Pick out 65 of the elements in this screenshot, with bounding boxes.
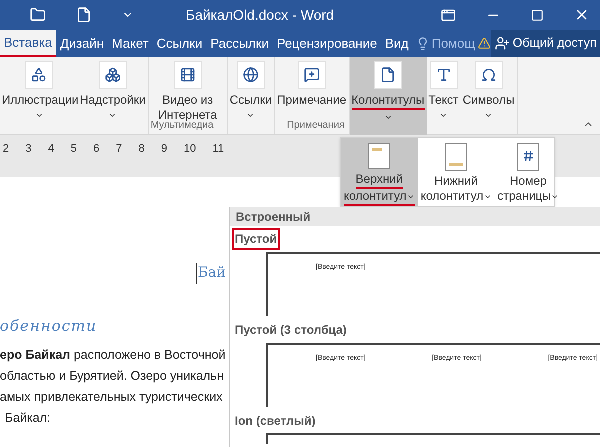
caret-icon — [384, 113, 393, 122]
ribbon-button[interactable]: Иллюстрации — [0, 57, 78, 135]
document-title: Бай — [196, 263, 226, 284]
comment-plus-icon — [304, 67, 320, 83]
help-field[interactable]: Помощ — [432, 34, 476, 54]
share-button[interactable]: Общий доступ — [490, 30, 600, 57]
cube-icon — [104, 67, 121, 83]
gallery-item-title: Пустой — [232, 228, 280, 250]
ribbon-tab[interactable]: Рецензирование — [272, 30, 382, 57]
ruler-number: 4 — [48, 142, 54, 157]
paragraph-line: еро Байкал расположено в Восточной — [0, 347, 226, 364]
ribbon-button[interactable]: Надстройки — [78, 57, 148, 135]
ruler-number: 10 — [184, 142, 196, 157]
ruler-number: 8 — [138, 142, 145, 157]
paragraph-line: амых привлекательных туристических — [0, 389, 224, 406]
ribbon-display-icon[interactable] — [441, 8, 456, 22]
ruler-number: 3 — [26, 142, 32, 157]
menu-button[interactable]: Нижний колонтитул — [418, 138, 495, 206]
globe-icon — [242, 67, 259, 83]
page-icon — [445, 143, 468, 171]
shapes-icon — [31, 67, 47, 83]
ribbon-tab[interactable]: Макет — [108, 30, 153, 57]
paragraph-line: областью и Бурятией. Озеро уникальн — [0, 368, 225, 385]
film-icon — [180, 67, 196, 83]
file-icon[interactable] — [76, 7, 92, 23]
user-add-icon — [494, 36, 510, 51]
ruler-number: 9 — [161, 142, 168, 157]
ribbon-tab[interactable]: Вид — [381, 30, 413, 57]
ruler-number: 6 — [94, 142, 100, 157]
section-heading: обенности — [0, 316, 98, 337]
page-icon — [368, 143, 390, 169]
ruler-number: 11 — [212, 142, 224, 157]
ribbon-tab[interactable]: Рассылки — [206, 30, 273, 57]
folder-icon[interactable] — [30, 7, 46, 23]
ruler-number: 7 — [116, 142, 122, 157]
letter-icon — [436, 67, 452, 83]
gallery-heading: Встроенный — [230, 207, 600, 226]
gallery-item-title: Ion (светлый) — [234, 413, 317, 430]
page-icon — [380, 67, 396, 83]
ribbon-tab[interactable]: Вставка — [0, 30, 56, 57]
caret-icon — [34, 111, 44, 120]
hash-icon — [524, 151, 534, 161]
ribbon-button[interactable]: Колонтитулы — [350, 57, 427, 135]
ribbon-tab[interactable]: Дизайн — [56, 30, 108, 57]
header-preview[interactable] — [266, 433, 600, 444]
paragraph-line: Байкал: — [4, 410, 52, 427]
caret-icon — [484, 111, 494, 120]
warning-icon — [478, 37, 491, 50]
ribbon-button[interactable]: Символы — [460, 57, 517, 135]
gallery-item-title: Пустой (3 столбца) — [234, 322, 348, 339]
ribbon-button[interactable]: Ссылки — [228, 57, 274, 135]
ruler-number: 2 — [3, 142, 10, 157]
maximize-icon[interactable] — [531, 8, 544, 22]
menu-button[interactable]: Номер страницы — [494, 138, 562, 206]
ribbon-tab[interactable]: Ссылки — [152, 30, 207, 57]
window-title: БайкалOld.docx - Word — [186, 6, 334, 24]
menu-button[interactable]: Верхний колонтитул — [341, 138, 418, 206]
ruler-number: 5 — [70, 142, 77, 157]
caret-icon — [246, 111, 256, 120]
omega-icon — [480, 67, 497, 83]
caret-icon — [439, 111, 448, 120]
ribbon-button[interactable]: Текст — [426, 57, 461, 135]
group-label: Мультимедиа — [150, 120, 214, 133]
group-label: Примечания — [287, 119, 345, 133]
caret-icon — [108, 111, 118, 120]
